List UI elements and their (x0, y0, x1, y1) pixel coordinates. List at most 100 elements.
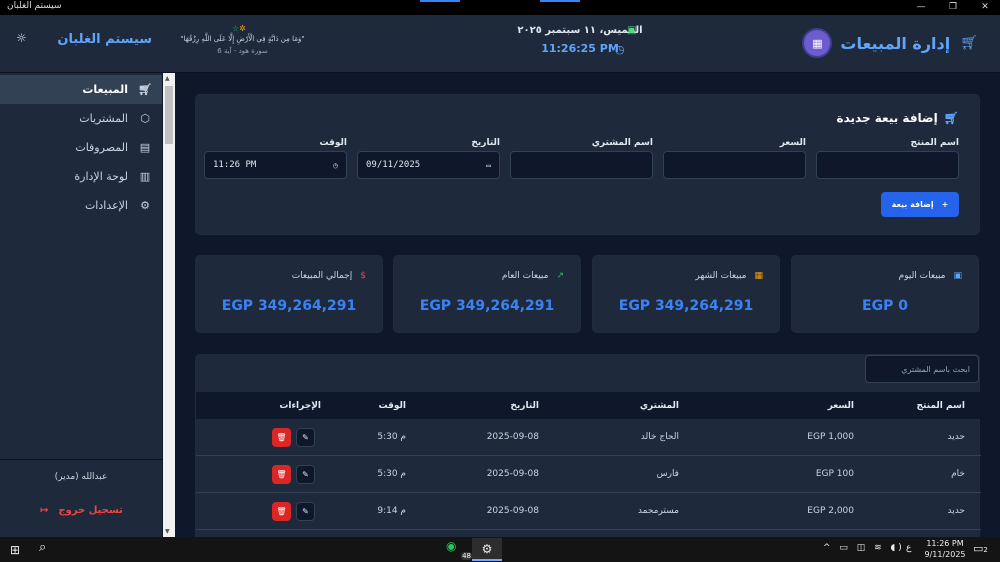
time-input[interactable]: 11:26 PM ◷ (204, 151, 347, 179)
date-label: التاريخ (471, 138, 500, 148)
calendar-icon: ▣ (627, 25, 637, 36)
sidebar-item-expenses[interactable]: المصروفات ▤ (0, 133, 162, 162)
main-content: إضافة بيعة جديدة 🛒︎ اسم المنتج السعر اسم… (175, 74, 1000, 537)
cell-buyer: فارس (656, 469, 679, 479)
clock-picker-icon[interactable]: ◷ (333, 161, 338, 170)
close-button[interactable]: ✕ (970, 0, 1000, 15)
col-time: الوقت (378, 401, 406, 411)
stat-label: مبيعات العام (501, 271, 549, 281)
titlebar-accent (540, 0, 580, 2)
add-sale-button[interactable]: إضافة بيعة + (881, 192, 959, 217)
row-actions: 🗑︎ ✎ (272, 502, 315, 521)
row-actions: 🗑︎ ✎ (272, 428, 315, 447)
logout-icon: ↦ (40, 505, 49, 516)
stat-card-today: مبيعات اليوم ▣ EGP 0 (791, 255, 979, 333)
table-row: حديد EGP 2,000 مسترمحمد 2025-09-08 9:14 … (196, 493, 981, 530)
trend-up-icon: ↗ (556, 271, 564, 281)
row-actions: 🗑︎ ✎ (272, 465, 315, 484)
date-time-display: ▣ الخميس، ١١ سبتمبر ٢٠٢٥ ◷ 11:26:25 PM (515, 25, 645, 56)
sidebar-item-purchases[interactable]: المشتريات ⬡ (0, 104, 162, 133)
maximize-button[interactable]: ❐ (938, 0, 968, 15)
time-value: 11:26 PM (213, 160, 257, 170)
minimize-button[interactable]: — (906, 0, 936, 15)
cell-product: خام (951, 469, 965, 479)
box-icon: ⬡ (140, 112, 150, 125)
sidebar-item-settings[interactable]: الإعدادات ⚙ (0, 191, 162, 220)
chart-icon: ▥ (139, 170, 151, 183)
cell-date: 2025-09-08 (486, 469, 539, 479)
sidebar-item-sales[interactable]: المبيعات 🛒︎ (0, 75, 162, 104)
gear-icon: ⚙ (140, 199, 150, 212)
time-label: الوقت (319, 138, 347, 148)
stat-value: EGP 349,264,291 (419, 298, 555, 314)
cell-product: حديد (947, 432, 965, 442)
date-input[interactable]: 09/11/2025 ▭ (357, 151, 500, 179)
product-input[interactable] (816, 151, 959, 179)
sales-table: ابحث باسم المشتري اسم المنتج السعر المشت… (195, 354, 981, 537)
system-tray-icons[interactable]: ^ ▭ ◫ ≋ ◖) (823, 543, 905, 553)
whatsapp-taskbar-button[interactable]: ◉ 48 (446, 539, 472, 560)
app-taskbar-button[interactable]: ⚙ (472, 538, 502, 561)
delete-icon[interactable]: 🗑︎ (272, 428, 291, 447)
user-info: عبدالله (مدير) (54, 472, 108, 482)
cell-price: EGP 1,000 (807, 432, 854, 442)
add-sale-form: إضافة بيعة جديدة 🛒︎ اسم المنتج السعر اسم… (195, 94, 980, 235)
current-date: الخميس، ١١ سبتمبر ٢٠٢٥ (517, 25, 643, 36)
stat-label: إجمالي المبيعات (291, 271, 353, 281)
receipt-icon: ▤ (139, 141, 151, 154)
buyer-input[interactable] (510, 151, 653, 179)
taskbar-clock[interactable]: 11:26 PM 9/11/2025 (923, 538, 967, 560)
sidebar-item-dashboard[interactable]: لوحة الإدارة ▥ (0, 162, 162, 191)
window-titlebar: سيستم الغلبان — ❐ ✕ (0, 0, 1000, 15)
edit-icon[interactable]: ✎ (296, 465, 315, 484)
windows-start-icon[interactable]: ⊞ (10, 543, 20, 557)
clock-icon: ◷ (615, 43, 625, 56)
window-title: سيستم الغلبان (7, 1, 62, 11)
sidebar-item-label: المصروفات (75, 141, 128, 154)
form-header: إضافة بيعة جديدة 🛒︎ (837, 111, 960, 125)
language-indicator[interactable]: ع (906, 543, 911, 553)
current-time: 11:26:25 PM (541, 42, 619, 55)
price-field: السعر (663, 138, 806, 179)
cell-price: EGP 2,000 (807, 506, 854, 516)
theme-toggle-icon[interactable]: ☼ (16, 31, 27, 45)
sidebar-brand: سيستم الغلبان (57, 32, 152, 47)
delete-icon[interactable]: 🗑︎ (272, 465, 291, 484)
col-price: السعر (827, 401, 854, 411)
cell-time: 5:30 م (377, 469, 406, 479)
sidebar-item-label: المشتريات (79, 112, 128, 125)
stat-value: EGP 349,264,291 (618, 298, 754, 314)
edit-icon[interactable]: ✎ (296, 502, 315, 521)
clock-date: 9/11/2025 (924, 550, 966, 559)
clock-time: 11:26 PM (926, 539, 964, 548)
buyer-search-input[interactable]: ابحث باسم المشتري (865, 355, 979, 383)
logout-button[interactable]: ↦ تسجيل خروج (40, 505, 123, 516)
calendar-picker-icon[interactable]: ▭ (486, 161, 491, 170)
edit-icon[interactable]: ✎ (296, 428, 315, 447)
calendar-icon: ▣ (953, 271, 962, 281)
table-row: حديد EGP 1,000 الحاج خالد 2025-09-08 5:3… (196, 419, 981, 456)
cell-time: 9:14 م (377, 506, 406, 516)
quote-source: سورة هود - آية 6 (217, 47, 268, 55)
stat-card-total: إجمالي المبيعات $ EGP 349,264,291 (195, 255, 383, 333)
sidebar-item-label: الإعدادات (84, 199, 128, 212)
scroll-up-arrow[interactable]: ▲ (165, 75, 170, 82)
buyer-label: اسم المشتري (591, 138, 653, 148)
sidebar-item-label: المبيعات (82, 83, 128, 96)
whatsapp-icon: ◉ (446, 539, 457, 553)
notification-icon[interactable]: ▭2 (973, 542, 988, 555)
price-input[interactable] (663, 151, 806, 179)
buyer-field: اسم المشتري (510, 138, 653, 179)
delete-icon[interactable]: 🗑︎ (272, 502, 291, 521)
sidebar-scrollbar[interactable]: ▲ ▼ (163, 73, 175, 537)
sparkle-icon: ✲ (239, 24, 246, 33)
quote-text: "وَمَا مِن دَابَّةٍ فِي الْأَرْضِ إِلَّا… (180, 35, 305, 43)
cell-time: 5:30 م (377, 432, 406, 442)
stat-card-year: مبيعات العام ↗ EGP 349,264,291 (393, 255, 581, 333)
scroll-thumb[interactable] (165, 86, 173, 144)
time-field: الوقت 11:26 PM ◷ (204, 138, 347, 179)
stat-value: EGP 0 (862, 298, 908, 314)
search-icon[interactable]: ⌕ (39, 540, 46, 555)
page-title: إدارة المبيعات (840, 33, 951, 53)
scroll-down-arrow[interactable]: ▼ (165, 528, 170, 535)
